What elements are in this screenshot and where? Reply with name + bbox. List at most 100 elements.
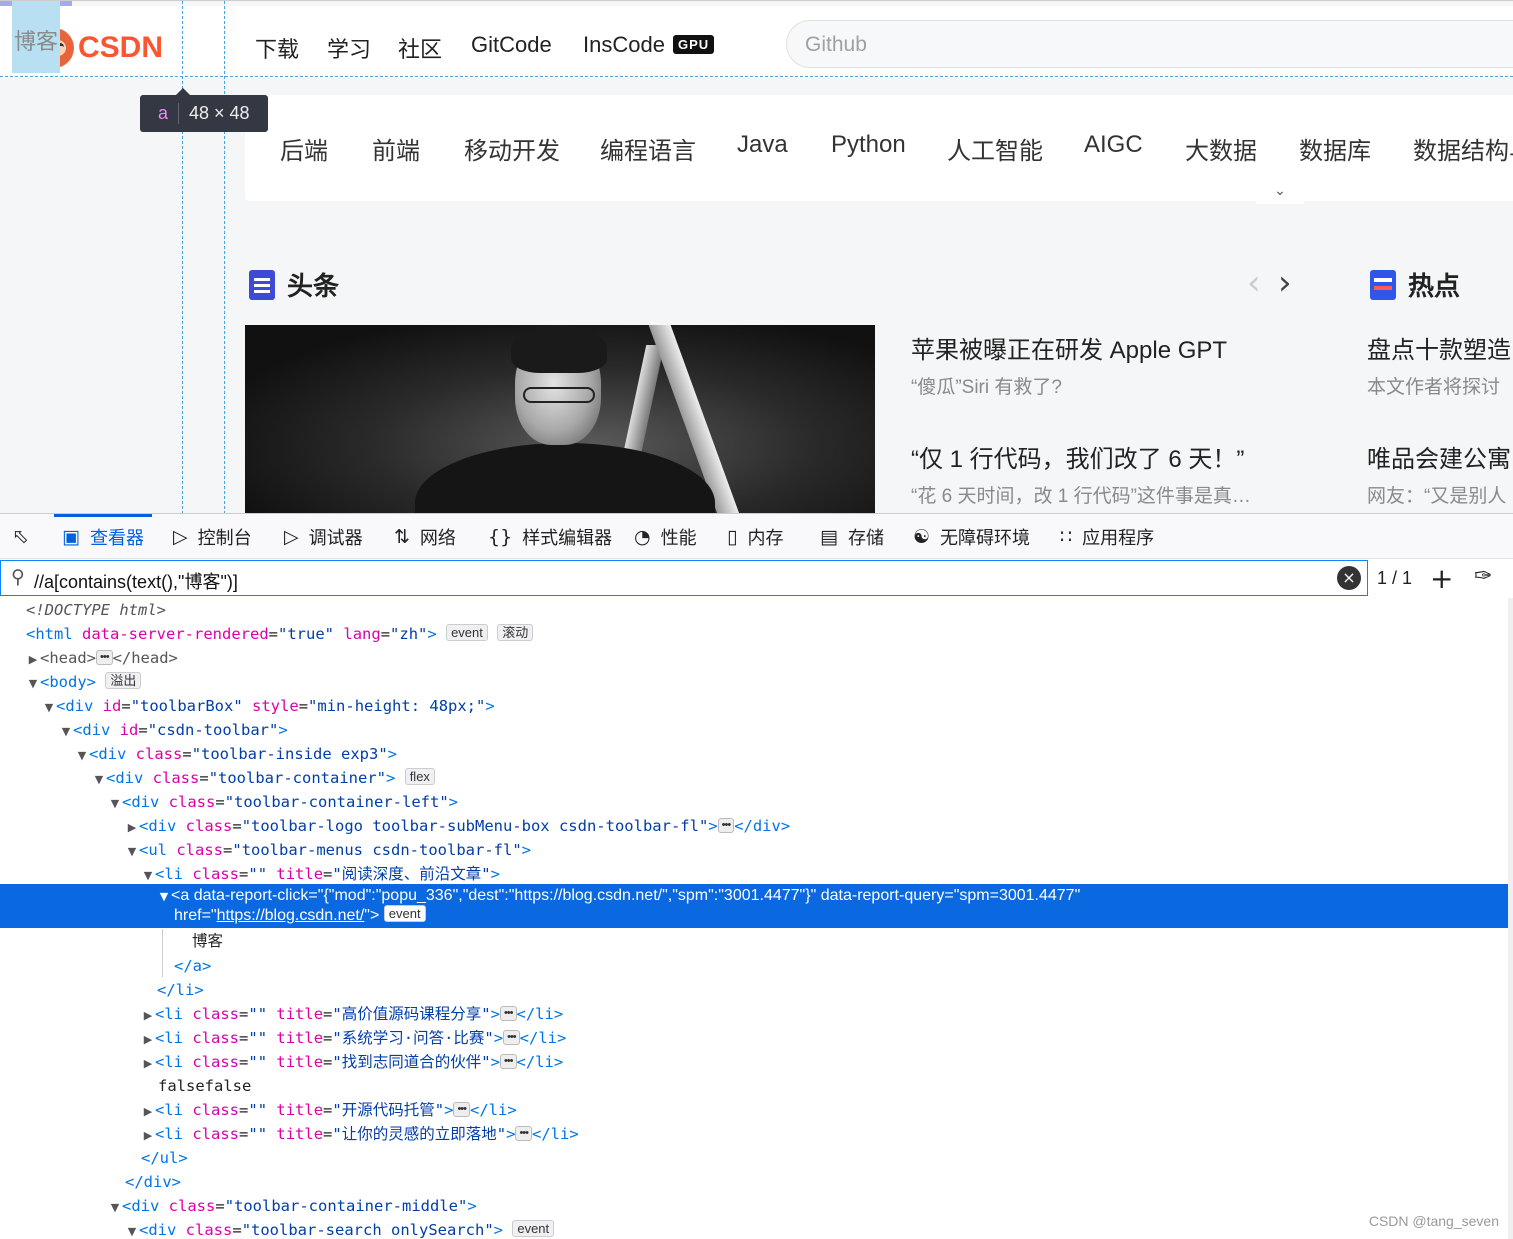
category-item[interactable]: 移动开发 [464,131,560,166]
tab-application[interactable]: ∷ 应用程序 [1060,514,1154,559]
markup-node[interactable]: ▼ <div id="csdn-toolbar"> [0,718,1508,742]
tab-style-editor[interactable]: {} 样式编辑器 [488,514,612,559]
nav-gitcode[interactable]: GitCode [471,32,552,58]
category-item[interactable]: 数据结构与 [1413,131,1513,166]
person-jacket [415,443,715,513]
tab-console[interactable]: ▷ 控制台 [173,514,252,559]
tab-inspector[interactable]: ▣ 查看器 [54,514,152,559]
category-item[interactable]: Python [831,131,906,159]
category-item[interactable]: 前端 [372,131,420,166]
event-badge[interactable]: event [446,624,488,641]
markup-node[interactable]: ▼ <div class="toolbar-inside exp3"> [0,742,1508,766]
scroll-badge[interactable]: 滚动 [497,624,534,641]
headline-news-sub: “傻瓜”Siri 有救了? [911,377,1062,398]
ellipsis-icon[interactable]: ••• [96,650,113,665]
event-badge[interactable]: event [383,905,426,922]
markup-scrollbar[interactable] [1508,598,1513,1239]
headline-news-title[interactable]: 苹果被曝正在研发 Apple GPT [911,330,1227,365]
markup-node[interactable]: ▶ <head> ••• </head> [0,646,1508,670]
headline-title: 头条 [287,271,340,301]
tab-label: 应用程序 [1082,527,1155,548]
gauge-icon: ◔ [634,525,651,548]
tab-network[interactable]: ⇅ 网络 [394,514,456,559]
csdn-toolbar: CSDN 下载 学习 社区 GitCode InsCode GPU Github [0,6,1513,78]
twisty-expanded-icon[interactable]: ▼ [42,696,56,720]
twisty-expanded-icon[interactable]: ▼ [108,792,122,816]
twisty-expanded-icon[interactable]: ▼ [75,744,89,768]
nav-inscode-label: InsCode [583,32,665,57]
markup-node-line: href="https://blog.csdn.net/"> event [0,904,1508,928]
markup-search-input[interactable]: ⚲ //a[contains(text(),"博客")] × [0,560,1368,596]
hot-title: 热点 [1408,271,1461,301]
gpu-badge: GPU [672,35,715,54]
hot-section-title: 热点 [1370,266,1460,303]
flex-badge[interactable]: flex [404,768,435,785]
nav-download[interactable]: 下载 [255,32,299,64]
markup-node[interactable]: ▼ <div class="toolbar-container"> flex [0,766,1508,790]
element-picker-icon[interactable]: ⬁ [12,524,38,550]
category-item[interactable]: Java [737,131,788,159]
tab-label: 调试器 [308,527,363,548]
twisty-expanded-icon[interactable]: ▼ [125,840,139,864]
twisty-collapsed-icon[interactable]: ▶ [26,648,40,672]
tab-performance[interactable]: ◔ 性能 [634,514,697,559]
overflow-badge[interactable]: 溢出 [105,672,142,689]
hot-news-sub: 网友：“又是别人 [1367,486,1507,507]
selected-markup-node[interactable]: ▼ <a data-report-click="{"mod":"popu_336"… [0,884,1508,928]
headline-section-title: 头条 [249,266,339,303]
twisty-expanded-icon[interactable]: ▼ [26,672,40,696]
category-item[interactable]: AIGC [1084,131,1143,159]
devtools-tabbar: ⬁ ▣ 查看器 ▷ 控制台 ▷ 调试器 ⇅ 网络 {} 样式编辑器 ◔ 性能 ▯ 内存 ▤ 存储… [0,514,1513,559]
nav-inscode[interactable]: InsCode GPU [583,32,715,58]
doctype: <!DOCTYPE html> [26,601,166,619]
braces-icon: {} [488,525,513,548]
category-item[interactable]: 人工智能 [947,131,1043,166]
ellipsis-icon[interactable]: ••• [717,818,735,833]
chevron-left-icon[interactable]: ‹ [1247,263,1261,303]
debugger-icon: ▷ [284,525,299,548]
headline-news-title[interactable]: “仅 1 行代码，我们改了 6 天！” [911,439,1244,474]
markup-node[interactable]: ▼ <div class="toolbar-container-left"> [0,790,1508,814]
highlighter-guide [182,1,183,513]
nav-community[interactable]: 社区 [398,32,442,64]
twisty-expanded-icon[interactable]: ▼ [92,768,106,792]
twisty-expanded-icon[interactable]: ▼ [59,720,73,744]
chevron-down-icon[interactable]: ⌄ [1256,182,1304,204]
markup-node[interactable]: <html data-server-rendered="true" lang="… [0,622,1508,646]
markup-node[interactable]: ▶ <div class="toolbar-logo toolbar-subMen… [0,814,1508,838]
tab-accessibility[interactable]: ☯ 无障碍环境 [913,514,1030,559]
tab-label: 网络 [419,527,456,548]
tab-label: 控制台 [197,527,252,548]
markup-node[interactable]: ▼ <li class="" title="阅读深度、前沿文章"> [0,862,1508,886]
tab-memory[interactable]: ▯ 内存 [727,514,783,559]
category-item[interactable]: 大数据 [1185,131,1257,166]
nav-learn[interactable]: 学习 [327,32,371,64]
eyedropper-icon[interactable]: ✑ [1474,564,1492,589]
hot-news-title[interactable]: 盘点十款塑造 [1367,330,1511,365]
attr-value: {"mod":"popu_336","dest":"https://blog.c… [323,887,811,904]
href-link[interactable]: https://blog.csdn.net/ [217,907,365,924]
watermark: CSDN @tang_seven [1368,1213,1499,1229]
twisty-collapsed-icon[interactable]: ▶ [125,816,139,840]
search-input[interactable]: Github [786,20,1513,68]
headline-news-sub: “花 6 天时间，改 1 行代码”这件事是真… [911,486,1251,507]
tab-debugger[interactable]: ▷ 调试器 [284,514,363,559]
chevron-right-icon[interactable]: › [1278,263,1292,303]
infobar-dimensions: 48 × 48 [189,103,250,123]
attr-value: true [287,625,325,643]
storage-icon: ▤ [820,525,838,548]
markup-node[interactable]: ▼ <div id="toolbarBox" style="min-height:… [0,694,1508,718]
category-item[interactable]: 数据库 [1299,131,1371,166]
search-icon: ⚲ [11,566,25,588]
tab-storage[interactable]: ▤ 存储 [820,514,884,559]
markup-node[interactable]: ▼ <ul class="toolbar-menus csdn-toolbar-f… [0,838,1508,862]
markup-node[interactable]: ▼ <body> 溢出 [0,670,1508,694]
hot-news-title[interactable]: 唯品会建公寓 [1367,439,1511,474]
add-node-icon[interactable]: + [1430,562,1453,595]
category-item[interactable]: 编程语言 [600,131,696,166]
search-query: //a[contains(text(),"博客")] [34,572,238,592]
clear-search-icon[interactable]: × [1337,566,1361,590]
markup-node[interactable]: <!DOCTYPE html> [0,598,1508,622]
category-item[interactable]: 后端 [280,131,328,166]
headline-image[interactable] [245,325,875,513]
